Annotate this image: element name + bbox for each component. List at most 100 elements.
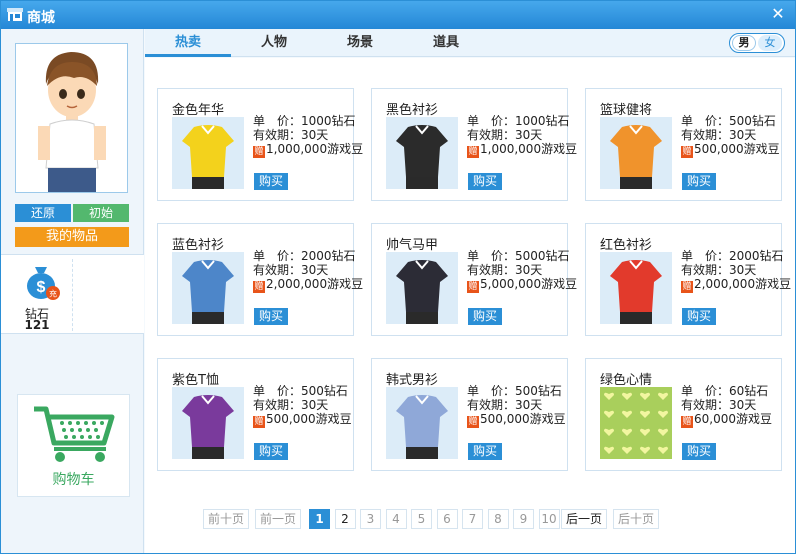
category-tabs: 热卖 人物 场景 道具 男 女 <box>145 29 795 57</box>
product-card[interactable]: 帅气马甲单 价：5000钻石 有效期：30天赠 5,000,000游戏豆 购买 <box>371 223 577 336</box>
product-info: 单 价：60钻石 有效期：30天赠 60,000游戏豆 <box>681 384 772 428</box>
product-price: 2000钻石 <box>301 249 356 263</box>
page-number-button[interactable]: 9 <box>513 509 534 529</box>
product-card[interactable]: 红色衬衫单 价：2000钻石 有效期：30天赠 2,000,000游戏豆 购买 <box>585 223 791 336</box>
product-validity: 30天 <box>301 398 329 412</box>
gender-female-option[interactable]: 女 <box>758 35 782 51</box>
product-card[interactable]: 篮球健将单 价：500钻石 有效期：30天赠 500,000游戏豆 购买 <box>585 88 782 201</box>
buy-button[interactable]: 购买 <box>682 173 716 190</box>
shirt-icon <box>600 117 672 189</box>
next-page-button[interactable]: 后一页 <box>561 509 607 529</box>
product-card[interactable]: 紫色T恤单 价：500钻石 有效期：30天赠 500,000游戏豆 购买 <box>157 358 354 471</box>
page-number-button[interactable]: 10 <box>538 509 560 529</box>
product-info: 单 价：1000钻石 有效期：30天赠 1,000,000游戏豆 <box>253 114 363 158</box>
gift-tag-icon: 赠 <box>681 281 693 293</box>
product-card[interactable]: 黑色衬衫单 价：1000钻石 有效期：30天赠 1,000,000游戏豆 购买 <box>371 88 577 201</box>
buy-button[interactable]: 购买 <box>254 308 288 325</box>
product-image[interactable] <box>386 387 458 459</box>
gift-tag-icon: 赠 <box>253 281 265 293</box>
page-number-button[interactable]: 4 <box>385 509 407 529</box>
gift-tag-icon: 赠 <box>467 281 479 293</box>
buy-button[interactable]: 购买 <box>254 443 288 460</box>
product-validity: 30天 <box>515 398 543 412</box>
tab-characters[interactable]: 人物 <box>231 29 317 57</box>
product-card[interactable]: 金色年华单 价：1000钻石 有效期：30天赠 1,000,000游戏豆 购买 <box>157 88 363 201</box>
restore-button[interactable]: 还原 <box>15 204 71 222</box>
product-image[interactable] <box>172 252 244 324</box>
product-bonus: 500,000游戏豆 <box>694 142 780 156</box>
product-price: 2000钻石 <box>729 249 784 263</box>
buy-button[interactable]: 购买 <box>468 443 502 460</box>
gift-tag-icon: 赠 <box>681 146 693 158</box>
pattern-image <box>600 387 672 459</box>
tab-props[interactable]: 道具 <box>403 29 489 57</box>
product-card[interactable]: 韩式男衫单 价：500钻石 有效期：30天赠 500,000游戏豆 购买 <box>371 358 568 471</box>
product-bonus: 500,000游戏豆 <box>266 412 352 426</box>
price-prefix: 单 价： <box>681 114 730 128</box>
product-bonus: 500,000游戏豆 <box>480 412 566 426</box>
page-number-button[interactable]: 5 <box>411 509 432 529</box>
page-number-button[interactable]: 8 <box>487 509 509 529</box>
money-bag-icon[interactable]: $ 充 <box>21 261 61 301</box>
product-card[interactable]: 绿色心情单 价：60钻石 有效期：30天赠 60,000游戏豆 购买 <box>585 358 782 471</box>
page-number-button[interactable]: 6 <box>436 509 458 529</box>
price-prefix: 单 价： <box>681 384 730 398</box>
shirt-icon <box>172 387 244 459</box>
shirt-icon <box>600 252 672 324</box>
product-validity: 30天 <box>515 263 543 277</box>
prev-page-button[interactable]: 前一页 <box>255 509 301 529</box>
window-title: 商城 <box>27 10 55 26</box>
product-bonus: 1,000,000游戏豆 <box>480 142 578 156</box>
product-image[interactable] <box>600 252 672 324</box>
product-validity: 30天 <box>301 263 329 277</box>
validity-prefix: 有效期： <box>681 128 730 142</box>
page-number-button[interactable]: 1 <box>309 509 330 529</box>
svg-text:$: $ <box>37 279 46 296</box>
buy-button[interactable]: 购买 <box>682 443 716 460</box>
price-prefix: 单 价： <box>467 114 516 128</box>
initial-button[interactable]: 初始 <box>73 204 129 222</box>
page-number-button[interactable]: 3 <box>360 509 381 529</box>
gift-tag-icon: 赠 <box>253 146 265 158</box>
shopping-cart-button[interactable]: 购物车 <box>17 394 130 497</box>
validity-prefix: 有效期： <box>467 128 516 142</box>
product-image[interactable] <box>386 117 458 189</box>
product-card[interactable]: 蓝色衬衫单 价：2000钻石 有效期：30天赠 2,000,000游戏豆 购买 <box>157 223 363 336</box>
product-image[interactable] <box>600 387 672 459</box>
product-info: 单 价：500钻石 有效期：30天赠 500,000游戏豆 <box>253 384 352 428</box>
close-button[interactable]: ✕ <box>769 5 787 23</box>
buy-button[interactable]: 购买 <box>254 173 288 190</box>
price-prefix: 单 价： <box>467 249 516 263</box>
product-bonus: 2,000,000游戏豆 <box>694 277 792 291</box>
buy-button[interactable]: 购买 <box>468 308 502 325</box>
next-ten-pages-button[interactable]: 后十页 <box>613 509 659 529</box>
buy-button[interactable]: 购买 <box>682 308 716 325</box>
tab-hot[interactable]: 热卖 <box>145 29 231 57</box>
gender-toggle[interactable]: 男 女 <box>729 33 785 53</box>
product-image[interactable] <box>386 252 458 324</box>
product-validity: 30天 <box>515 128 543 142</box>
my-items-button[interactable]: 我的物品 <box>15 227 129 247</box>
page-number-button[interactable]: 2 <box>334 509 356 529</box>
title-bar: 商城 ✕ <box>1 1 795 29</box>
validity-prefix: 有效期： <box>467 398 516 412</box>
product-name: 帅气马甲 <box>386 238 439 253</box>
product-info: 单 价：2000钻石 有效期：30天赠 2,000,000游戏豆 <box>681 249 792 293</box>
validity-prefix: 有效期： <box>681 263 730 277</box>
product-image[interactable] <box>172 117 244 189</box>
product-validity: 30天 <box>301 128 329 142</box>
product-image[interactable] <box>172 387 244 459</box>
product-price: 1000钻石 <box>515 114 570 128</box>
page-number-button[interactable]: 7 <box>462 509 483 529</box>
product-validity: 30天 <box>729 398 757 412</box>
recharge-badge: 充 <box>49 289 57 299</box>
buy-button[interactable]: 购买 <box>468 173 502 190</box>
gender-male-option[interactable]: 男 <box>732 35 756 51</box>
prev-ten-pages-button[interactable]: 前十页 <box>203 509 249 529</box>
character-figure <box>16 44 127 192</box>
shirt-icon <box>386 252 458 324</box>
product-image[interactable] <box>600 117 672 189</box>
tab-scenes[interactable]: 场景 <box>317 29 403 57</box>
currency-panel: $ 充 钻石 121 <box>1 254 144 334</box>
shop-window: 商城 ✕ 还原 初始 我的物品 $ 充 钻石 121 购物车 热卖 人物 场景 … <box>0 0 796 554</box>
